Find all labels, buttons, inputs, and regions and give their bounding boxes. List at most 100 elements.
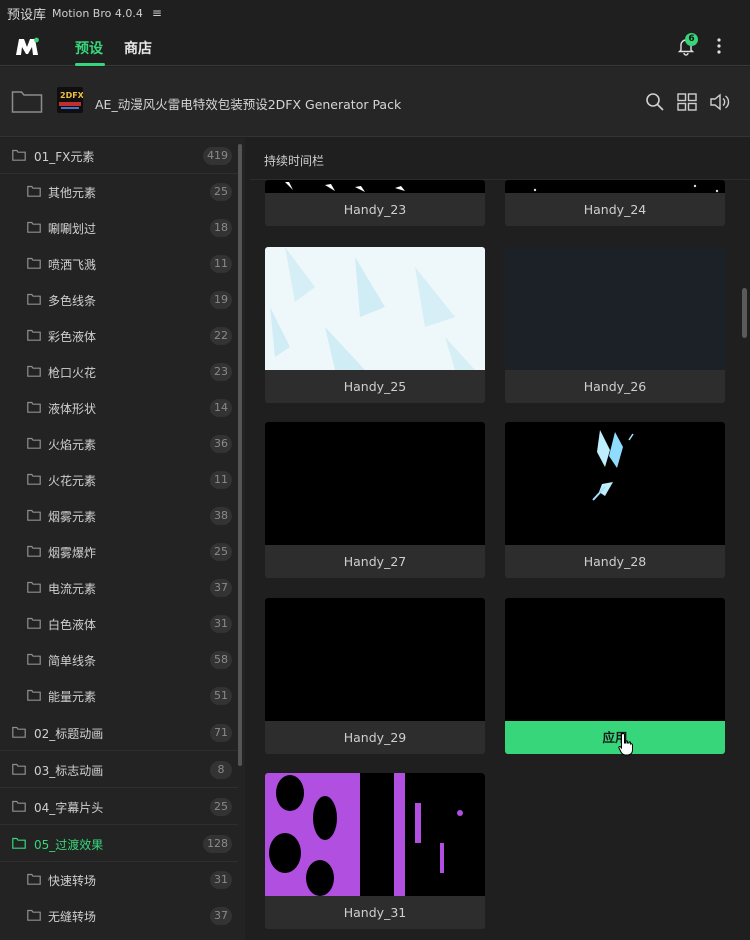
sidebar-item-label: 电流元素 [48,582,97,596]
sidebar-item-label: 枪口火花 [48,366,97,380]
item-count-badge: 11 [210,255,232,273]
sidebar-item-label: 液体形状 [48,402,97,416]
preset-card[interactable]: Handy_31 [265,773,485,929]
folder-icon[interactable] [11,88,43,114]
item-count-badge: 37 [210,579,232,597]
sidebar-item-label: 快速转场 [48,874,97,888]
preset-card[interactable]: Handy_25 [265,247,485,403]
content-header: 持续时间栏 [250,138,750,180]
sidebar-item-label: 喷洒飞溅 [48,258,97,272]
apply-button[interactable]: 应用 [505,721,725,754]
hamburger-icon[interactable]: ≡ [152,6,162,20]
item-count-badge: 128 [203,835,232,853]
sidebar-item[interactable]: 05_过渡效果 128 [0,826,238,862]
folder-icon [27,329,41,341]
tab-store[interactable]: 商店 [124,38,152,58]
preset-thumbnail [505,180,725,193]
sidebar-item-label: 05_过渡效果 [34,838,104,852]
sidebar-item[interactable]: 白色液体 31 [0,606,238,642]
preset-card[interactable]: Handy_29 [265,598,485,754]
sidebar-item-label: 白色液体 [48,618,97,632]
preset-name: Handy_26 [505,370,725,403]
sidebar-item[interactable]: 简单线条 58 [0,642,238,678]
preset-card[interactable]: Handy_28 [505,422,725,578]
sidebar-item[interactable]: 03_标志动画 8 [0,752,238,788]
sidebar-item[interactable]: 04_字幕片头 25 [0,789,238,825]
item-count-badge: 22 [210,327,232,345]
preset-card[interactable]: Handy_24 [505,180,725,226]
sidebar-item[interactable]: 火焰元素 36 [0,426,238,462]
pack-header: 2DFX AE_动漫风火雷电特效包装预设2DFX Generator Pack [0,67,750,137]
folder-icon [27,293,41,305]
folder-icon [27,257,41,269]
preset-thumbnail [265,180,485,193]
sidebar-item[interactable]: 彩色液体 22 [0,318,238,354]
folder-icon [12,149,26,161]
sidebar-item-label: 04_字幕片头 [34,801,104,815]
sidebar-item[interactable]: 快速转场 31 [0,862,238,898]
sidebar-item-label: 无缝转场 [48,910,97,924]
notification-badge: 6 [685,33,698,46]
sidebar-item-label: 烟雾元素 [48,510,97,524]
grid-scrollbar[interactable] [742,288,747,338]
sidebar-item[interactable]: 能量元素 51 [0,678,238,714]
hand-cursor-icon [618,732,633,756]
preset-name: Handy_24 [505,193,725,226]
pack-title: AE_动漫风火雷电特效包装预设2DFX Generator Pack [95,97,402,112]
sidebar-item[interactable]: 02_标题动画 71 [0,715,238,751]
sidebar-item-label: 多色线条 [48,294,97,308]
preset-card[interactable]: Handy_23 [265,180,485,226]
more-options-icon[interactable] [713,36,725,56]
item-count-badge: 37 [210,907,232,925]
item-count-badge: 25 [210,183,232,201]
item-count-badge: 36 [210,435,232,453]
preset-card[interactable]: Handy_27 [265,422,485,578]
folder-icon [27,545,41,557]
sidebar-item[interactable]: 其他元素 25 [0,174,238,210]
preset-name: Handy_23 [265,193,485,226]
search-icon[interactable] [644,91,666,113]
preset-thumbnail [505,598,725,721]
sidebar-item[interactable]: 烟雾爆炸 25 [0,534,238,570]
tab-presets[interactable]: 预设 [75,38,103,58]
sidebar-item[interactable]: 烟雾元素 38 [0,498,238,534]
sidebar-item-label: 01_FX元素 [34,150,95,164]
preset-name: Handy_28 [505,545,725,578]
preset-name: Handy_31 [265,896,485,929]
folder-icon [27,873,41,885]
volume-icon[interactable] [709,91,731,113]
title-bar: 预设库 Motion Bro 4.0.4 ≡ [0,0,750,26]
sidebar-item-label: 彩色液体 [48,330,97,344]
folder-icon [27,689,41,701]
sidebar-item[interactable]: 01_FX元素 419 [0,138,238,174]
item-count-badge: 25 [210,543,232,561]
folder-icon [27,185,41,197]
sidebar-item[interactable]: 枪口火花 23 [0,354,238,390]
preset-card[interactable]: Handy_26 [505,247,725,403]
sidebar-item[interactable]: 液体形状 14 [0,390,238,426]
folder-icon [27,401,41,413]
folder-icon [12,726,26,738]
sidebar-item-label: 02_标题动画 [34,727,104,741]
sidebar-item[interactable]: 无缝转场 37 [0,898,238,934]
sidebar-item[interactable]: 火花元素 11 [0,462,238,498]
sidebar-item[interactable]: 电流元素 37 [0,570,238,606]
sidebar-scrollbar[interactable] [238,144,242,766]
grid-view-icon[interactable] [676,91,698,113]
preset-card[interactable]: 应用 [505,598,725,754]
sidebar-item[interactable]: 多色线条 19 [0,282,238,318]
item-count-badge: 31 [210,871,232,889]
item-count-badge: 25 [210,798,232,816]
sidebar-item-label: 唰唰划过 [48,222,97,236]
item-count-badge: 58 [210,651,232,669]
duration-bar-label: 持续时间栏 [264,154,325,168]
folder-icon [12,800,26,812]
sidebar-item-label: 烟雾爆炸 [48,546,97,560]
item-count-badge: 14 [210,399,232,417]
motion-bro-logo-icon[interactable] [14,36,40,58]
category-sidebar: 01_FX元素 419 其他元素 25 唰唰划过 18 喷洒飞溅 11 多色线条 19 彩色液体 22… [0,138,245,940]
preset-thumbnail [505,422,725,545]
sidebar-item[interactable]: 喷洒飞溅 11 [0,246,238,282]
item-count-badge: 419 [203,147,232,165]
sidebar-item[interactable]: 唰唰划过 18 [0,210,238,246]
